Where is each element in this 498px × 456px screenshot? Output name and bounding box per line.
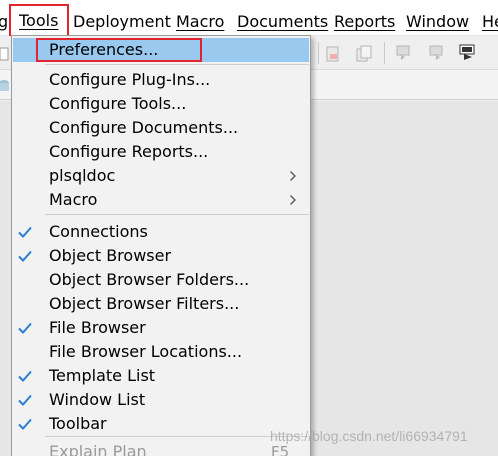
menu-item-label: Connections xyxy=(49,222,148,241)
toolbar-separator xyxy=(384,42,385,64)
checkmark-icon xyxy=(18,250,32,262)
menu-item-object-browser-folders[interactable]: Object Browser Folders... xyxy=(13,268,309,292)
menu-item-configure-tools[interactable]: Configure Tools... xyxy=(13,92,309,116)
menu-macro[interactable]: Macro xyxy=(176,10,224,34)
watermark: https://blog.csdn.net/li66934791 xyxy=(270,428,468,444)
menu-partial-left[interactable]: g xyxy=(0,10,8,34)
menu-item-file-browser-locations[interactable]: File Browser Locations... xyxy=(13,340,309,364)
menu-item-label: Object Browser xyxy=(49,246,172,265)
menu-item-label: Explain Plan xyxy=(49,442,147,456)
menu-item-label: Configure Documents... xyxy=(49,118,239,137)
menu-item-label: plsqldoc xyxy=(49,166,116,185)
tools-menu-dropdown: Preferences...Preferences...Configure Pl… xyxy=(11,35,311,456)
menu-item-plsqldoc[interactable]: plsqldoc xyxy=(13,164,309,188)
menu-item-label: Toolbar xyxy=(49,414,107,433)
menu-item-template-list[interactable]: Template List xyxy=(13,364,309,388)
menu-documents-label: Documents xyxy=(237,12,329,31)
new-file-icon[interactable] xyxy=(0,46,10,64)
menu-item-label: Preferences... xyxy=(49,40,159,59)
menu-partial-left-label: g xyxy=(0,12,8,31)
toolbar-separator xyxy=(318,42,319,64)
chevron-right-icon xyxy=(290,195,296,205)
menu-deployment[interactable]: Deployment xyxy=(73,10,171,34)
checkmark-icon xyxy=(18,322,32,334)
menu-item-label: File Browser xyxy=(49,318,146,337)
menu-window[interactable]: Window xyxy=(406,10,469,34)
execute-icon[interactable] xyxy=(428,44,446,62)
menu-reports-label: Reports xyxy=(334,12,396,31)
delete-icon[interactable] xyxy=(324,45,342,63)
menu-reports[interactable]: Reports xyxy=(334,10,395,34)
menu-separator xyxy=(45,214,309,215)
menu-item-label: Configure Plug-Ins... xyxy=(49,70,211,89)
menu-item-toolbar[interactable]: Toolbar xyxy=(13,412,309,436)
compile-icon[interactable] xyxy=(395,44,413,62)
menu-item-label: Template List xyxy=(49,366,156,385)
menu-item-label: Configure Reports... xyxy=(49,142,209,161)
menu-bar: g Tools Deployment Macro Documents Repor… xyxy=(0,0,498,37)
checkmark-icon xyxy=(18,226,32,238)
menu-item-window-list[interactable]: Window List xyxy=(13,388,309,412)
menu-deployment-label: Deployment xyxy=(73,12,171,31)
copy-icon[interactable] xyxy=(355,45,373,63)
menu-item-object-browser-filters[interactable]: Object Browser Filters... xyxy=(13,292,309,316)
menu-help-label: He xyxy=(482,12,498,31)
menu-item-explain-plan: Explain Plan F5 xyxy=(13,440,309,456)
checkmark-icon xyxy=(18,418,32,430)
menu-item-macro[interactable]: Macro xyxy=(13,188,309,212)
menu-tools-label: Tools xyxy=(19,11,59,30)
menu-item-label: Object Browser Folders... xyxy=(49,270,250,289)
session-icon[interactable] xyxy=(459,44,477,62)
database-icon[interactable] xyxy=(0,78,10,96)
menu-item-label: File Browser Locations... xyxy=(49,342,243,361)
menu-item-object-browser[interactable]: Object Browser xyxy=(13,244,309,268)
menu-item-label: Window List xyxy=(49,390,146,409)
menu-macro-label: Macro xyxy=(176,12,225,31)
chevron-right-icon xyxy=(290,171,296,181)
menu-tools[interactable]: Tools xyxy=(9,4,69,37)
menu-documents[interactable]: Documents xyxy=(237,10,328,34)
menu-help[interactable]: He xyxy=(482,10,498,34)
highlight-callout-box: Preferences... xyxy=(36,38,202,62)
menu-item-configure-documents[interactable]: Configure Documents... xyxy=(13,116,309,140)
menu-item-configure-plug-ins[interactable]: Configure Plug-Ins... xyxy=(13,68,309,92)
checkmark-icon xyxy=(18,394,32,406)
menu-item-connections[interactable]: Connections xyxy=(13,220,309,244)
menu-item-configure-reports[interactable]: Configure Reports... xyxy=(13,140,309,164)
menu-separator xyxy=(45,64,309,65)
checkmark-icon xyxy=(18,370,32,382)
menu-item-label: Configure Tools... xyxy=(49,94,187,113)
menu-item-label: Macro xyxy=(49,190,98,209)
menu-item-file-browser[interactable]: File Browser xyxy=(13,316,309,340)
menu-window-label: Window xyxy=(406,12,470,31)
menu-item-label: Object Browser Filters... xyxy=(49,294,240,313)
